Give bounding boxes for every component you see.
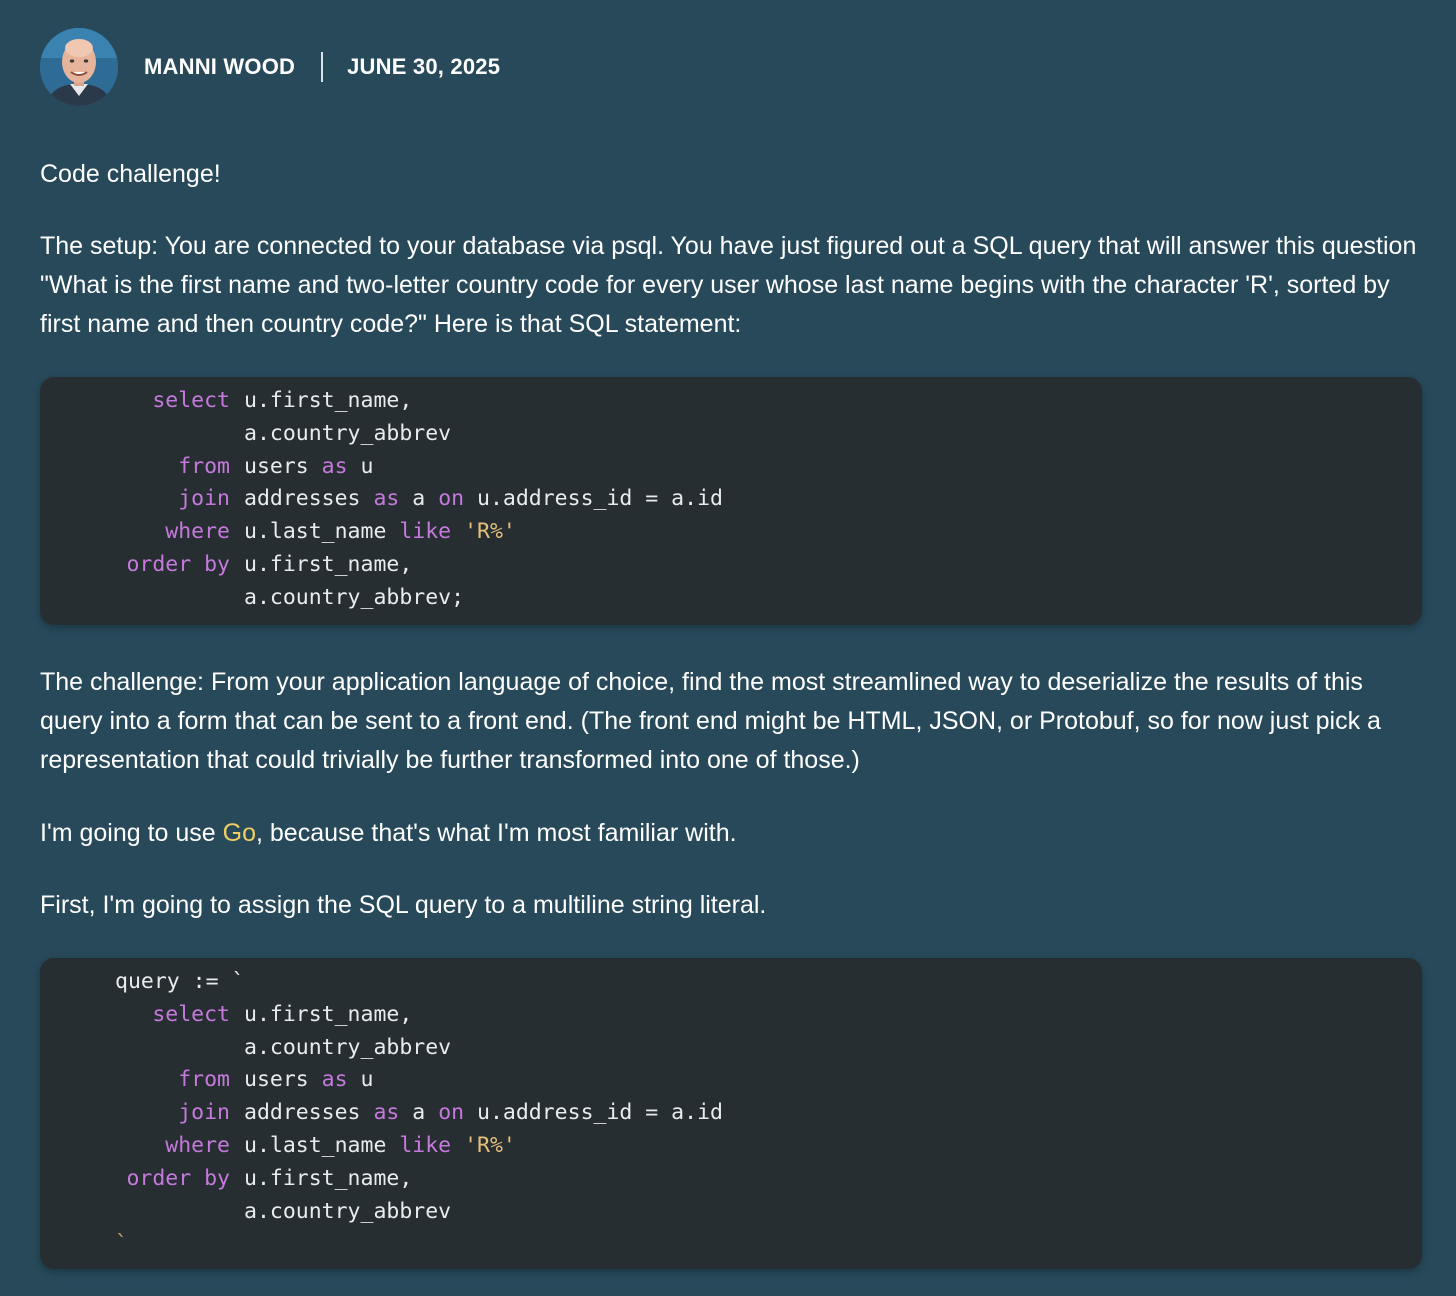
code-line: where u.last_name like 'R%' <box>40 516 1422 549</box>
code-keyword: order by <box>126 551 230 577</box>
code-keyword: join <box>178 1100 230 1126</box>
code-keyword: select <box>152 1001 230 1027</box>
challenge-paragraph: The challenge: From your application lan… <box>40 668 1381 774</box>
code-text: addresses as a on u.address_id = a.id <box>244 483 723 516</box>
header-divider <box>321 52 324 82</box>
author-avatar[interactable] <box>40 28 118 106</box>
code-keyword: as <box>373 1100 400 1126</box>
code-keyword: where <box>165 519 230 545</box>
code-line: query := ` <box>40 966 1422 999</box>
go-link[interactable]: Go <box>223 819 256 847</box>
code-string: 'R%' <box>464 1132 516 1158</box>
code-text: u <box>347 453 374 479</box>
code-text: a <box>399 1100 439 1126</box>
code-text: a.country_abbrev; <box>244 584 465 610</box>
code-keyword: like <box>399 1132 452 1158</box>
code-line: select u.first_name, <box>40 999 1422 1032</box>
code-keyword: as <box>321 453 348 479</box>
post-date: JUNE 30, 2025 <box>347 54 501 79</box>
code-text: users <box>244 1067 322 1093</box>
code-keyword: on <box>438 486 465 512</box>
code-text: u.first_name, <box>244 388 413 413</box>
code-keyword <box>40 1032 230 1065</box>
code-keyword: as <box>321 1067 348 1093</box>
code-keyword <box>40 582 230 615</box>
code-text: a.country_abbrev <box>244 1034 452 1060</box>
go-text: I'm going to use <box>40 819 223 847</box>
code-keyword: as <box>373 486 400 512</box>
code-text: a.country_abbrev <box>244 1198 452 1224</box>
code-text: u.first_name, <box>244 1165 413 1191</box>
code-keyword <box>40 418 230 451</box>
code-line: order by u.first_name, <box>40 549 1422 582</box>
code-text: addresses <box>244 486 374 512</box>
code-text: u.last_name like 'R%' <box>244 516 516 549</box>
code-text: u.last_name <box>244 1132 400 1158</box>
code-line: a.country_abbrev <box>40 1196 1422 1229</box>
code-text: u.first_name, <box>244 551 413 577</box>
code-string: 'R%' <box>464 519 516 545</box>
code-keyword: order by <box>126 1165 230 1191</box>
code-line: select u.first_name, <box>40 385 1422 418</box>
code-text: a <box>399 486 439 512</box>
sql-code-block: select u.first_name, a.country_abbrev fro… <box>40 377 1422 625</box>
code-text: u.last_name like 'R%' <box>244 1130 516 1163</box>
code-text: u <box>347 1067 374 1093</box>
code-keyword: join <box>178 486 230 512</box>
post-header: MANNI WOOD JUNE 30, 2025 <box>40 28 500 106</box>
author-name[interactable]: MANNI WOOD <box>144 54 295 80</box>
code-text: u.address_id = a.id <box>464 486 723 512</box>
code-line: order by u.first_name, <box>40 1163 1422 1196</box>
code-text: u.first_name, <box>244 1001 413 1027</box>
code-text: u.last_name <box>244 519 400 545</box>
go-code-block: query := ` select u.first_name, a.country… <box>40 958 1422 1269</box>
code-text: query := ` <box>115 969 245 994</box>
code-keyword: select <box>152 388 230 413</box>
code-line: a.country_abbrev <box>40 1032 1422 1065</box>
code-line: from users as u <box>40 451 1422 484</box>
code-text: addresses as a on u.address_id = a.id <box>244 1097 723 1130</box>
code-keyword: where <box>165 1132 230 1158</box>
intro-paragraph: Code challenge! <box>40 160 221 188</box>
code-keyword <box>40 1196 230 1229</box>
code-text: users <box>244 453 322 479</box>
code-backtick: ` <box>115 1231 128 1257</box>
code-line: a.country_abbrev; <box>40 582 1422 615</box>
go-paragraph: I'm going to use Go, because that's what… <box>40 814 1420 853</box>
go-text: , because that's what I'm most familiar … <box>256 819 737 847</box>
code-line: ` <box>40 1228 1422 1261</box>
code-line: join addresses as a on u.address_id = a.i… <box>40 483 1422 516</box>
avatar-image <box>40 28 118 106</box>
code-line: a.country_abbrev <box>40 418 1422 451</box>
code-keyword: from <box>178 453 230 479</box>
code-text: users as u <box>244 1064 373 1097</box>
code-line: join addresses as a on u.address_id = a.i… <box>40 1097 1422 1130</box>
code-text: addresses <box>244 1100 374 1126</box>
post-page: MANNI WOOD JUNE 30, 2025 Code challenge!… <box>0 0 1456 1296</box>
code-line: from users as u <box>40 1064 1422 1097</box>
code-text: u.address_id = a.id <box>464 1100 723 1126</box>
first-paragraph: First, I'm going to assign the SQL query… <box>40 891 767 919</box>
setup-paragraph: The setup: You are connected to your dat… <box>40 232 1417 338</box>
code-text: a.country_abbrev <box>244 420 452 446</box>
code-keyword: from <box>178 1067 230 1093</box>
code-line: where u.last_name like 'R%' <box>40 1130 1422 1163</box>
code-keyword: like <box>399 519 452 545</box>
code-keyword: on <box>438 1100 465 1126</box>
code-text: users as u <box>244 451 373 484</box>
